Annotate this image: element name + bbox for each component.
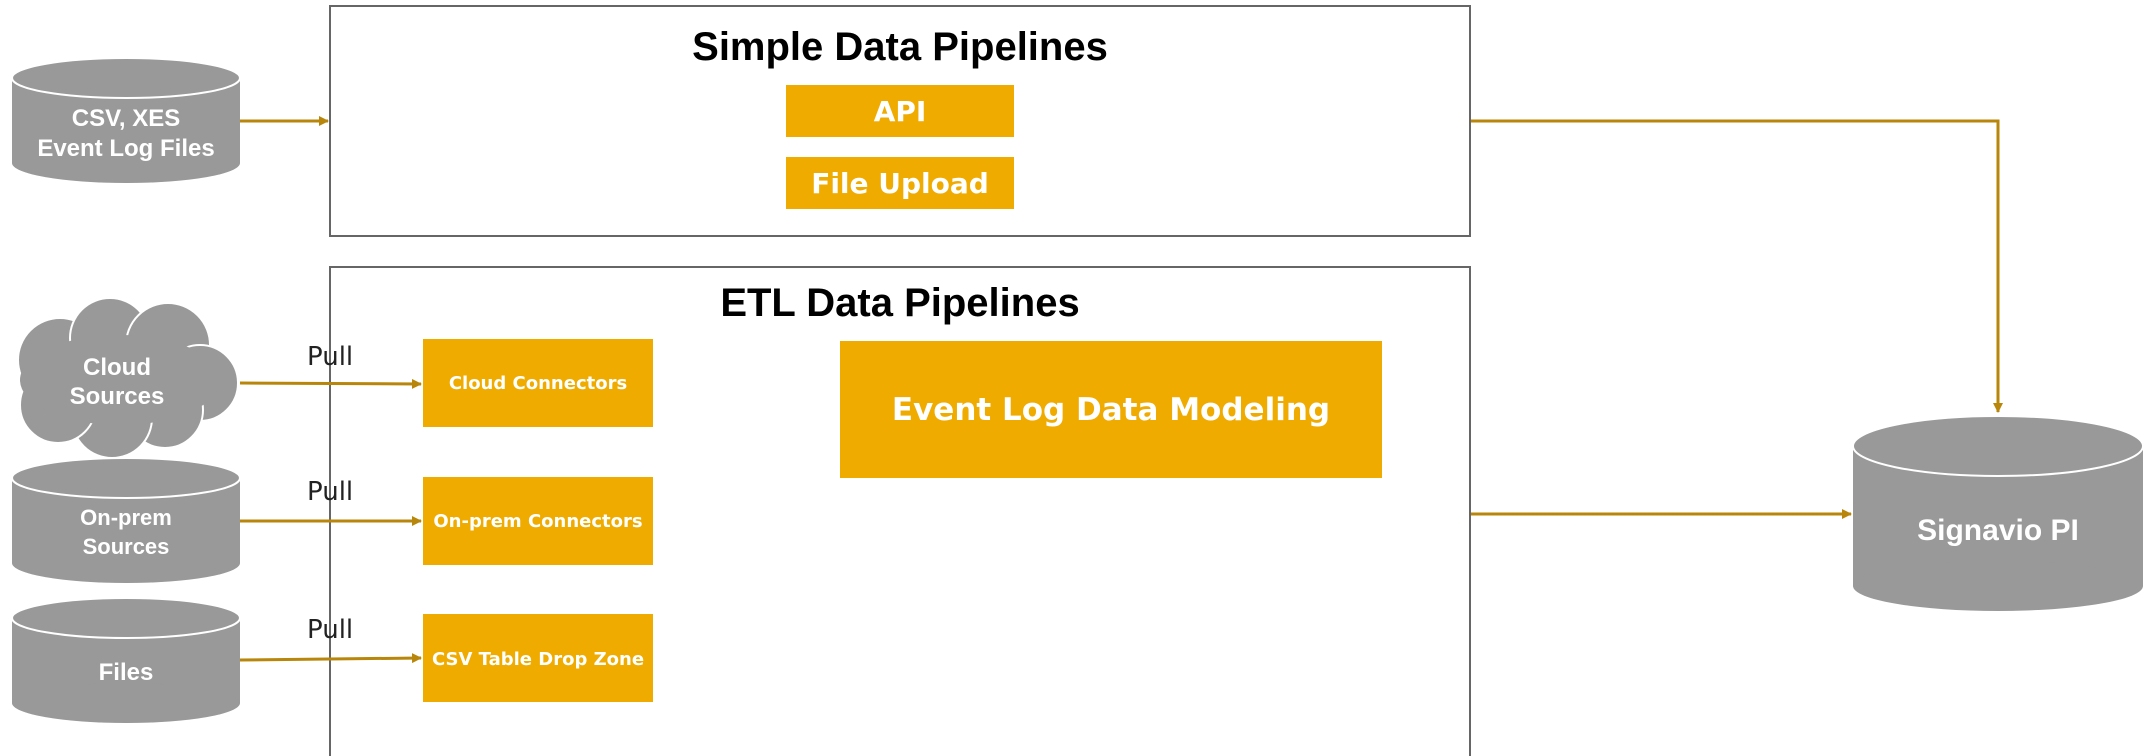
arrow-down-icon bbox=[1471, 119, 2003, 413]
pull-label-files: Pull bbox=[307, 615, 353, 645]
event-log-files-source: CSV, XES Event Log Files bbox=[11, 57, 241, 183]
cloud-source-line1: Cloud bbox=[83, 354, 151, 381]
file-upload-box[interactable]: File Upload bbox=[786, 157, 1014, 209]
onprem-source-line1: On-prem bbox=[80, 505, 172, 530]
onprem-connectors-box[interactable]: On-prem Connectors bbox=[423, 477, 653, 565]
etl-pipelines-title: ETL Data Pipelines bbox=[720, 281, 1079, 325]
etl-pipelines-panel: ETL Data Pipelines Cloud Connectors On-p… bbox=[329, 266, 1471, 756]
event-log-modeling-label: Event Log Data Modeling bbox=[892, 392, 1330, 428]
onprem-source-line2: Sources bbox=[83, 534, 170, 559]
arrow-right-icon bbox=[239, 378, 422, 389]
cloud-connectors-label: Cloud Connectors bbox=[449, 373, 627, 394]
api-box[interactable]: API bbox=[786, 85, 1014, 137]
event-log-files-line1: CSV, XES bbox=[72, 105, 181, 132]
simple-pipelines-title: Simple Data Pipelines bbox=[692, 25, 1108, 69]
csv-drop-zone-box[interactable]: CSV Table Drop Zone bbox=[423, 614, 653, 702]
cloud-source: Cloud Sources bbox=[17, 297, 239, 459]
onprem-source: On-prem Sources bbox=[11, 457, 241, 583]
event-log-modeling-box[interactable]: Event Log Data Modeling bbox=[840, 341, 1382, 478]
event-log-files-line2: Event Log Files bbox=[37, 135, 214, 162]
cloud-source-line2: Sources bbox=[70, 383, 165, 410]
pull-label-cloud: Pull bbox=[307, 342, 353, 372]
pipeline-diagram: Simple Data Pipelines API File Upload ET… bbox=[11, 5, 2144, 756]
file-upload-label: File Upload bbox=[811, 167, 989, 200]
pull-label-onprem: Pull bbox=[307, 477, 353, 507]
arrow-right-icon bbox=[239, 653, 422, 664]
simple-pipelines-panel: Simple Data Pipelines API File Upload bbox=[329, 5, 1471, 237]
cloud-connectors-box[interactable]: Cloud Connectors bbox=[423, 339, 653, 427]
csv-drop-zone-label: CSV Table Drop Zone bbox=[432, 649, 644, 670]
signavio-pi-target[interactable]: Signavio PI bbox=[1852, 415, 2144, 611]
signavio-pi-label: Signavio PI bbox=[1917, 514, 2079, 547]
files-source-label: Files bbox=[99, 659, 154, 686]
onprem-connectors-label: On-prem Connectors bbox=[433, 511, 642, 532]
api-label: API bbox=[874, 95, 927, 128]
files-source: Files bbox=[11, 597, 241, 723]
